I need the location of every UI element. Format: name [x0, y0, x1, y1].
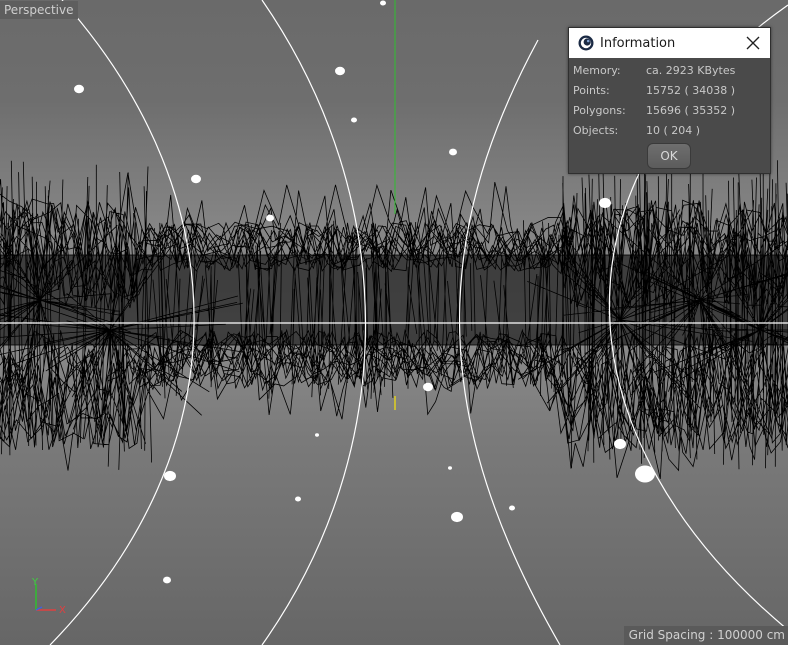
particle-dot	[74, 84, 84, 94]
particle-dot	[163, 576, 171, 584]
particle-dot	[380, 0, 386, 6]
particle-dot	[509, 505, 515, 511]
particle-dot	[335, 66, 345, 76]
polygons-value: 15696 ( 35352 )	[646, 104, 736, 117]
objects-value: 10 ( 204 )	[646, 124, 701, 137]
memory-label: Memory:	[573, 64, 621, 77]
particle-dot	[451, 511, 463, 523]
info-table: Memory: ca. 2923 KBytes Points: 15752 ( …	[573, 61, 735, 141]
close-icon[interactable]	[744, 34, 762, 52]
particle-dot	[191, 174, 201, 184]
particle-dot	[599, 197, 611, 209]
objects-label: Objects:	[573, 124, 619, 137]
polygons-label: Polygons:	[573, 104, 626, 117]
particle-dot	[295, 496, 301, 502]
view-name-label[interactable]: Perspective	[0, 1, 78, 19]
axis-gizmo: Y X	[31, 577, 66, 616]
particle-dot	[449, 148, 457, 156]
dialog-title: Information	[600, 35, 676, 51]
info-row-polygons: Polygons: 15696 ( 35352 )	[573, 101, 735, 121]
info-row-points: Points: 15752 ( 34038 )	[573, 81, 735, 101]
points-value: 15752 ( 34038 )	[646, 84, 736, 97]
particle-dot	[635, 465, 655, 483]
particle-dot	[423, 382, 433, 392]
dialog-titlebar[interactable]: Information	[569, 28, 770, 58]
info-row-memory: Memory: ca. 2923 KBytes	[573, 61, 735, 81]
particle-dot	[448, 466, 452, 470]
particle-dot	[266, 214, 274, 222]
y-axis-label: Y	[31, 577, 39, 588]
landscape-wireframe	[0, 160, 788, 479]
ok-button[interactable]: OK	[647, 143, 691, 169]
particle-dot	[614, 438, 626, 450]
x-axis-label: X	[59, 605, 66, 616]
information-dialog[interactable]: Information Memory: ca. 2923 KBytes Poin…	[568, 27, 771, 174]
particle-dot	[315, 433, 319, 437]
cinema4d-logo-icon	[578, 35, 594, 51]
grid-spacing-readout: Grid Spacing : 100000 cm	[623, 626, 788, 645]
points-label: Points:	[573, 84, 610, 97]
info-row-objects: Objects: 10 ( 204 )	[573, 121, 735, 141]
memory-value: ca. 2923 KBytes	[646, 64, 736, 77]
particle-dot	[164, 470, 176, 482]
wireframe-density	[0, 254, 788, 346]
particle-dot	[351, 117, 357, 123]
